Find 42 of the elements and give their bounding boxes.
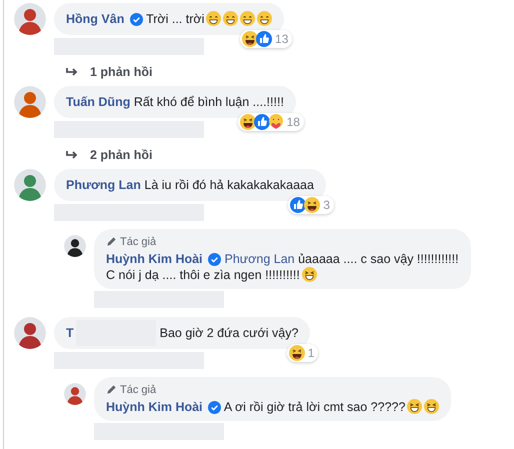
avatar[interactable] bbox=[14, 316, 46, 348]
comment-text: A ơi rồi giờ trả lời cmt sao ????? bbox=[224, 400, 406, 414]
comment-text: ủaaaaa .... c sao vậy !!!!!!!!!!!! bbox=[298, 252, 459, 266]
author-name[interactable]: Hồng Vân bbox=[66, 12, 124, 26]
comment-text: Rất khó để bình luận ....!!!!! bbox=[134, 94, 284, 109]
like-icon bbox=[254, 114, 270, 130]
pen-icon bbox=[106, 384, 117, 395]
laughing-face-icon bbox=[242, 31, 258, 47]
author-name[interactable]: Huỳnh Kim Hoài bbox=[106, 400, 203, 414]
smiling-face-icon bbox=[257, 11, 272, 26]
laughing-face-icon bbox=[407, 398, 422, 414]
smiling-face-icon bbox=[240, 11, 256, 26]
laughing-face-icon bbox=[304, 196, 320, 212]
laughing-face-icon bbox=[424, 398, 440, 414]
reaction-count: 13 bbox=[275, 31, 288, 47]
author-name[interactable]: T bbox=[66, 326, 74, 340]
reaction-count: 18 bbox=[286, 114, 300, 130]
reaction-count: 1 bbox=[308, 344, 314, 360]
author-name[interactable]: Phương Lan bbox=[66, 178, 141, 192]
view-replies-link[interactable]: 1 phản hồi bbox=[90, 63, 152, 82]
laughing-face-icon bbox=[240, 114, 256, 130]
comment-text: Là iu rồi đó hả kakakakakaaaa bbox=[144, 178, 314, 192]
pen-icon bbox=[106, 236, 117, 247]
view-replies-link[interactable]: 2 phản hồi bbox=[90, 146, 152, 164]
smiling-face-icon bbox=[206, 11, 222, 26]
author-label: Tác giả bbox=[120, 234, 156, 248]
author-name[interactable]: Huỳnh Kim Hoài bbox=[106, 252, 203, 266]
smiling-face-icon bbox=[223, 11, 238, 26]
reply-arrow-icon bbox=[66, 67, 78, 78]
reply-arrow-icon bbox=[66, 150, 78, 160]
comment-text: C nói j dạ .... thôi e zìa ngen !!!!!!!!!! bbox=[106, 268, 300, 282]
like-icon bbox=[290, 196, 306, 212]
laughing-face-icon bbox=[288, 344, 305, 360]
comment-text: Trời ... trời bbox=[146, 12, 204, 26]
like-icon bbox=[256, 31, 272, 47]
mention-link[interactable]: Phương Lan bbox=[224, 252, 295, 266]
author-name[interactable]: Tuấn Dũng bbox=[66, 94, 130, 109]
comment-text: Bao giờ 2 đứa cưới vậy? bbox=[160, 326, 298, 340]
laughing-face-icon bbox=[302, 266, 317, 282]
avatar[interactable] bbox=[64, 234, 86, 256]
author-label: Tác giả bbox=[120, 382, 156, 396]
reaction-count: 3 bbox=[323, 196, 330, 212]
